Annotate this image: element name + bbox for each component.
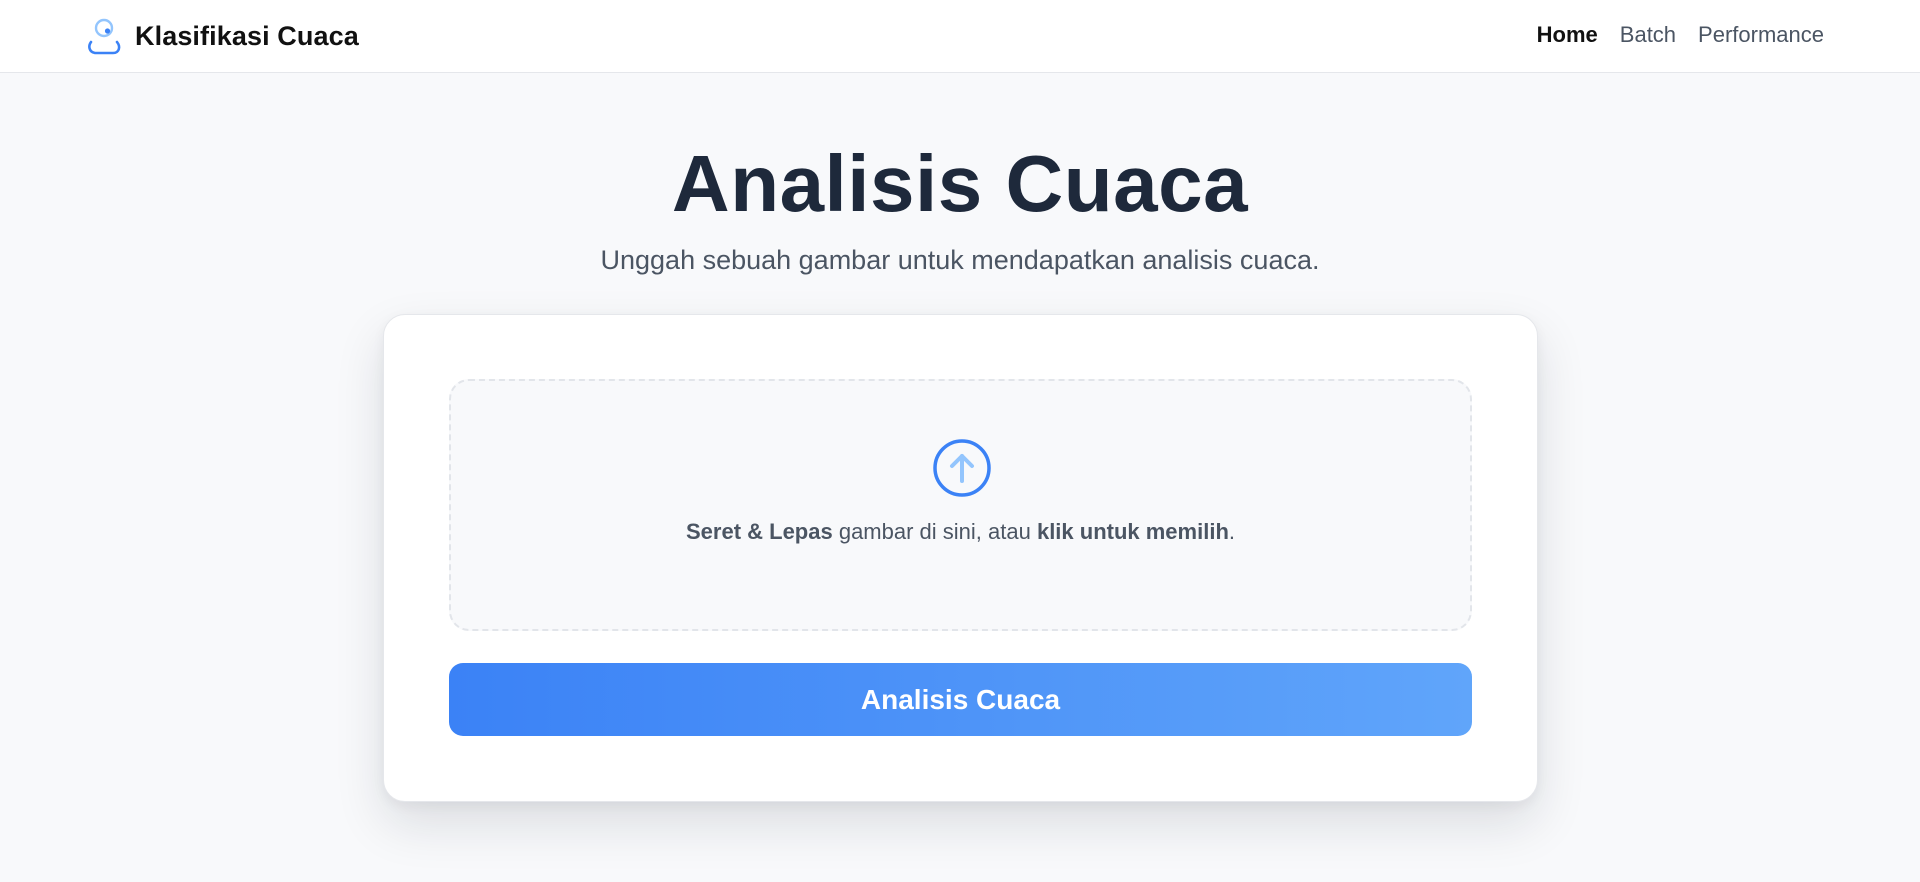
click-to-select-label: klik untuk memilih: [1036, 519, 1229, 544]
dropzone-instructions: Seret & Lepas gambar di sini, atau klik …: [451, 517, 1470, 547]
cloud-sun-icon: [88, 18, 121, 55]
top-navbar: Klasifikasi Cuaca Home Batch Performance: [0, 0, 1920, 73]
nav-link-batch[interactable]: Batch: [1620, 20, 1676, 50]
image-dropzone[interactable]: Seret & Lepas gambar di sini, atau klik …: [449, 379, 1472, 631]
dropzone-text-end: .: [1228, 519, 1236, 544]
brand-name: Klasifikasi Cuaca: [135, 20, 359, 51]
upload-card: Seret & Lepas gambar di sini, atau klik …: [383, 314, 1538, 802]
drag-drop-label: Seret & Lepas: [685, 519, 833, 544]
dropzone-text-middle: gambar di sini, atau: [832, 519, 1037, 544]
main-nav: Home Batch Performance: [1537, 20, 1824, 50]
upload-arrow-icon: [933, 439, 991, 497]
analyze-weather-button[interactable]: Analisis Cuaca: [449, 663, 1472, 736]
brand[interactable]: Klasifikasi Cuaca: [85, 16, 359, 56]
nav-link-home[interactable]: Home: [1537, 20, 1598, 50]
nav-link-performance[interactable]: Performance: [1698, 20, 1824, 50]
page-subtitle: Unggah sebuah gambar untuk mendapatkan a…: [600, 245, 1320, 275]
page-title: Analisis Cuaca: [671, 139, 1249, 228]
